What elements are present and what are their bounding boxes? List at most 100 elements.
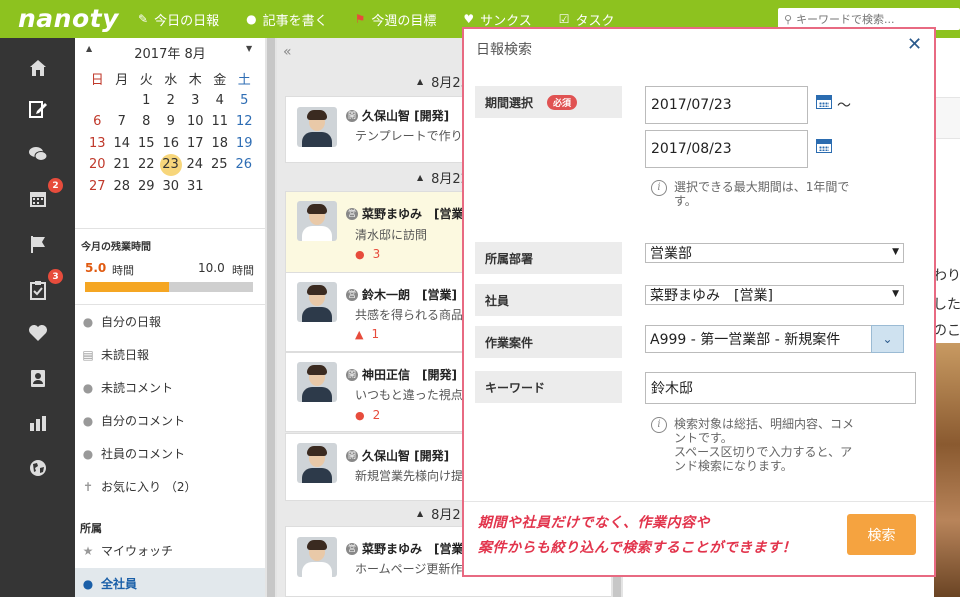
task-icon[interactable] <box>24 276 52 304</box>
menu-unread-reports[interactable]: ▤ 未読日報 <box>75 338 265 371</box>
calendar-day[interactable]: 18 <box>208 136 233 151</box>
menu-employee-comments[interactable]: ● 社員のコメント <box>75 437 265 470</box>
calendar-picker-icon[interactable] <box>816 139 832 153</box>
calendar-day[interactable]: 28 <box>110 179 135 194</box>
calendar-day[interactable]: 7 <box>110 114 135 129</box>
dept-tag-icon: 開 <box>346 368 358 381</box>
app-logo[interactable]: nanoty <box>18 4 119 33</box>
bar-chart-icon[interactable] <box>24 409 52 437</box>
calendar-day[interactable]: 30 <box>159 179 184 194</box>
calendar-day[interactable]: 31 <box>183 179 208 194</box>
calendar-day[interactable]: 25 <box>207 157 232 172</box>
calendar-day[interactable]: 6 <box>85 114 110 129</box>
nav-write-article[interactable]: ● 記事を書く <box>246 10 328 29</box>
calendar-day[interactable]: 19 <box>232 136 257 151</box>
avatar <box>297 537 337 577</box>
search-input[interactable] <box>796 12 947 26</box>
note-line: スペース区切りで入力すると、ア <box>674 445 853 459</box>
keyword-input[interactable]: 鈴木邸 <box>645 372 916 404</box>
sidebar-scrollbar[interactable] <box>265 38 277 597</box>
nav-task[interactable]: ☑ タスク <box>559 10 615 29</box>
calendar-day[interactable]: 24 <box>183 157 208 172</box>
calendar-day[interactable]: 27 <box>85 179 110 194</box>
report-excerpt: 新規営業先様向け提 <box>355 469 464 483</box>
note-line: ンド検索になります。 <box>674 459 793 473</box>
comment-count[interactable]: ● 3 <box>355 247 380 261</box>
search-button[interactable]: 検索 <box>847 514 916 555</box>
week-row: 13 14 15 16 17 18 19 <box>85 133 257 155</box>
calendar-day[interactable]: 15 <box>134 136 159 151</box>
report-excerpt: テンプレートで作り <box>355 129 463 143</box>
count-value: 3 <box>372 247 381 261</box>
calendar-day[interactable]: 10 <box>183 114 208 129</box>
menu-my-reports[interactable]: ● 自分の日報 <box>75 305 265 338</box>
select-value: 菜野まゆみ [営業] <box>650 288 773 304</box>
overtime-max-unit: 時間 <box>232 264 254 277</box>
calendar-icon[interactable] <box>24 185 52 213</box>
nav-thanks[interactable]: ♥ サンクス <box>463 10 531 29</box>
nav-weekly-goal[interactable]: ⚑ 今週の目標 <box>355 10 437 29</box>
calendar-day[interactable]: 17 <box>183 136 208 151</box>
menu-unread-comments[interactable]: ● 未読コメント <box>75 371 265 404</box>
dept-tag-icon: 営 <box>346 288 358 301</box>
weekday: 月 <box>115 73 129 89</box>
calendar-day[interactable]: 22 <box>134 157 159 172</box>
scrollbar-thumb[interactable] <box>267 38 275 597</box>
note-line: ントです。 <box>674 431 733 445</box>
calendar-day[interactable]: 2 <box>159 93 184 108</box>
project-combobox[interactable]: A999 - 第一営業部 - 新規案件 ⌄ <box>645 325 904 353</box>
calendar-day[interactable]: 4 <box>208 93 233 108</box>
department-select[interactable]: 営業部 ▼ <box>645 243 904 263</box>
employee-select[interactable]: 菜野まゆみ [営業] ▼ <box>645 285 904 305</box>
calendar-day[interactable]: 9 <box>159 114 184 129</box>
edit-report-icon[interactable] <box>24 95 52 123</box>
calendar-day[interactable]: 5 <box>232 93 257 108</box>
calendar-day[interactable]: 23 <box>159 153 182 176</box>
calendar-day[interactable]: 16 <box>159 136 184 151</box>
week-row: 12345 <box>85 90 257 112</box>
calendar-day[interactable]: 8 <box>134 114 159 129</box>
chat-icon: ● <box>246 12 257 26</box>
author-name: 菜野まゆみ [営業] <box>362 542 469 556</box>
nav-today-report[interactable]: ✎ 今日の日報 <box>138 10 219 29</box>
like-count[interactable]: ▲ 1 <box>355 327 379 341</box>
detail-photo <box>934 343 960 597</box>
field-label: 期間選択 <box>485 95 534 110</box>
comment-count[interactable]: ● 2 <box>355 408 380 422</box>
overtime-unit: 時間 <box>112 264 134 277</box>
menu-favorites[interactable]: ✝ お気に入り （2） <box>75 470 265 503</box>
calendar-picker-icon[interactable] <box>816 95 832 109</box>
info-icon: i <box>651 417 667 433</box>
collapse-sidebar-icon[interactable]: « <box>283 44 292 60</box>
calendar-day[interactable]: 29 <box>134 179 159 194</box>
menu-my-watch[interactable]: ★ マイウォッチ <box>75 535 265 566</box>
calendar-day[interactable]: 3 <box>183 93 208 108</box>
detail-text-line: のこ <box>933 323 960 339</box>
calendar-day[interactable]: 26 <box>232 157 257 172</box>
dept-tag-icon: 営 <box>346 542 358 555</box>
calendar-day[interactable]: 21 <box>110 157 135 172</box>
next-month-button[interactable]: ▼ <box>246 44 252 53</box>
calendar-day[interactable]: 11 <box>208 114 233 129</box>
date-from-input[interactable]: 2017/07/23 <box>645 86 808 124</box>
close-icon[interactable]: ✕ <box>907 36 922 54</box>
menu-all-employees[interactable]: ● 全社員 <box>75 568 265 597</box>
required-badge: 必須 <box>547 94 578 110</box>
calendar-day[interactable]: 12 <box>232 114 257 129</box>
people-icon: ● <box>82 576 94 591</box>
menu-my-comments[interactable]: ● 自分のコメント <box>75 404 265 437</box>
chevron-down-icon[interactable]: ⌄ <box>871 325 904 353</box>
home-icon[interactable] <box>24 54 52 82</box>
date-to-input[interactable]: 2017/08/23 <box>645 130 808 168</box>
flag-icon[interactable] <box>24 230 52 258</box>
calendar-day[interactable]: 13 <box>85 136 110 151</box>
thumbs-up-icon: ▲ <box>355 327 364 341</box>
comments-icon[interactable] <box>24 140 52 168</box>
globe-icon[interactable] <box>24 454 52 482</box>
calendar-day[interactable]: 20 <box>85 157 110 172</box>
calendar-day[interactable]: 1 <box>134 93 159 108</box>
heart-icon[interactable] <box>24 319 52 347</box>
nav-label: 今週の目標 <box>371 13 437 29</box>
contacts-icon[interactable] <box>24 364 52 392</box>
calendar-day[interactable]: 14 <box>110 136 135 151</box>
